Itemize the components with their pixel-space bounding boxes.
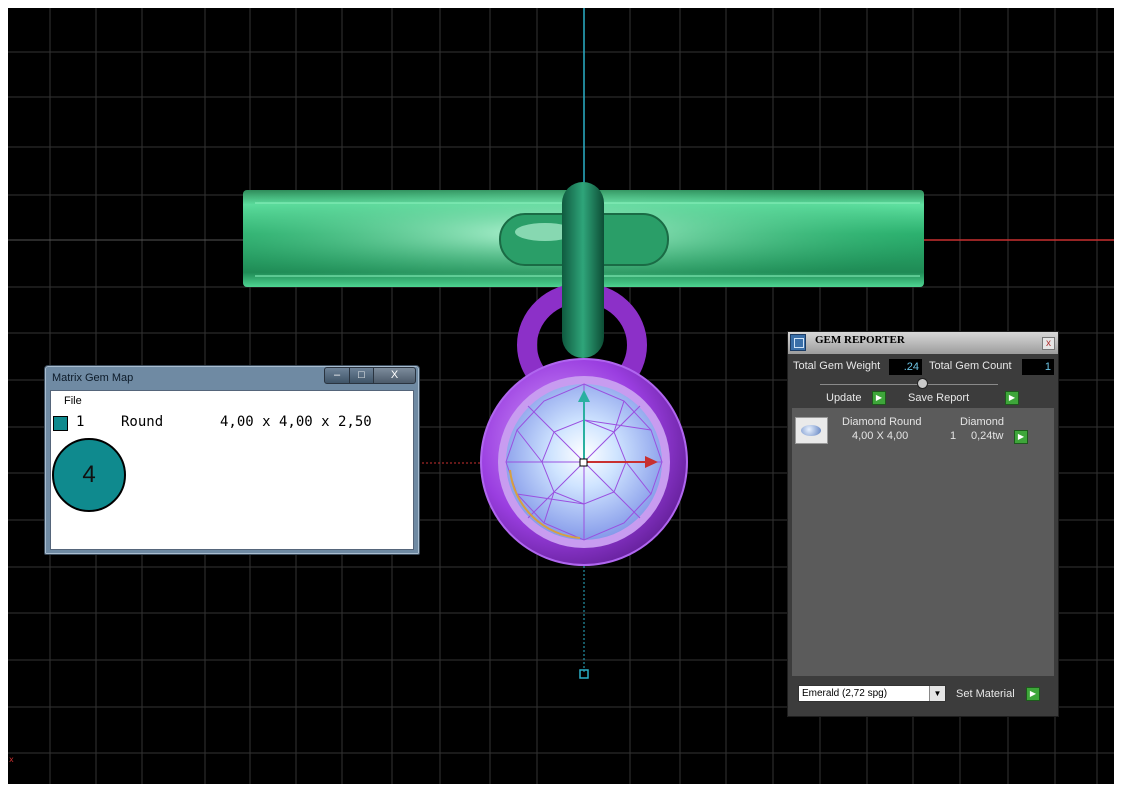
- save-report-button[interactable]: Save Report: [908, 391, 969, 406]
- gem-index: 1: [76, 414, 85, 430]
- gem-color-swatch[interactable]: [53, 416, 68, 431]
- gem-list-row[interactable]: 1 Round 4,00 x 4,00 x 2,50: [51, 414, 413, 434]
- gem-size-preview[interactable]: 4: [52, 438, 126, 512]
- gem-weight: 0,24tw: [971, 430, 1004, 442]
- size-slider-track[interactable]: [820, 384, 998, 385]
- update-play-icon[interactable]: ▶: [872, 391, 886, 405]
- gem-type-name: Diamond Round: [842, 416, 922, 428]
- gem-report-list[interactable]: [792, 408, 1054, 676]
- matrix-gem-map-window[interactable]: Matrix Gem Map – □ X File 1 Round 4,00 x…: [44, 365, 420, 555]
- total-gem-weight-value: .24: [889, 359, 922, 375]
- minimize-button[interactable]: –: [324, 367, 350, 384]
- origin-marker: x: [9, 755, 14, 764]
- total-gem-count-label: Total Gem Count: [929, 360, 1012, 372]
- diamond-gem-icon: [795, 417, 828, 444]
- gem-type-size: 4,00 X 4,00: [852, 430, 909, 442]
- gizmo-center: [579, 458, 588, 467]
- material-select[interactable]: Emerald (2,72 spg) ▼: [798, 685, 946, 702]
- total-gem-count-value: 1: [1022, 359, 1054, 375]
- chevron-down-icon[interactable]: ▼: [929, 686, 945, 701]
- maximize-button[interactable]: □: [349, 367, 374, 384]
- link-bar: [562, 182, 604, 358]
- material-select-value: Emerald (2,72 spg): [802, 688, 888, 699]
- window-title: Matrix Gem Map: [52, 372, 134, 384]
- panel-title: GEM REPORTER: [815, 334, 905, 346]
- gem-row-play-icon[interactable]: ▶: [1014, 430, 1028, 444]
- total-gem-weight-label: Total Gem Weight: [793, 360, 881, 372]
- set-material-button[interactable]: Set Material: [956, 687, 1015, 702]
- gem-dimensions: 4,00 x 4,00 x 2,50: [220, 414, 372, 430]
- close-button[interactable]: X: [373, 367, 416, 384]
- size-slider-knob[interactable]: [917, 378, 928, 389]
- title-bar: GEM REPORTER x: [788, 332, 1058, 354]
- gem-reporter-panel[interactable]: GEM REPORTER x Total Gem Weight .24 Tota…: [787, 331, 1059, 717]
- set-material-play-icon[interactable]: ▶: [1026, 687, 1040, 701]
- gem-material: Diamond: [960, 416, 1005, 428]
- gem-shape: Round: [121, 414, 164, 430]
- menu-file[interactable]: File: [64, 395, 82, 407]
- save-report-play-icon[interactable]: ▶: [1005, 391, 1019, 405]
- gem-map-client: File 1 Round 4,00 x 4,00 x 2,50 4: [50, 390, 414, 550]
- close-button[interactable]: x: [1042, 337, 1055, 350]
- update-button[interactable]: Update: [826, 391, 861, 406]
- gem-reporter-icon: [790, 334, 806, 351]
- gem-count: 1: [950, 430, 957, 442]
